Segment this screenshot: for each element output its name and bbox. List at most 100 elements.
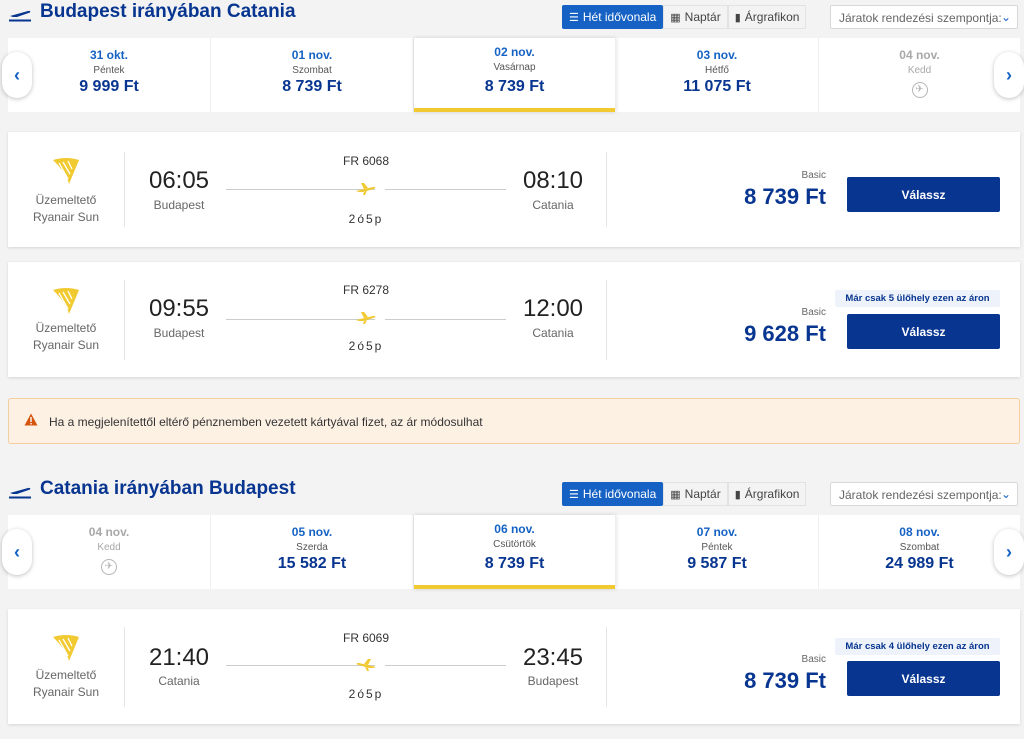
date-cell[interactable]: 03 nov. Hétfő 11 075 Ft	[616, 38, 819, 112]
departure-time: 21:40	[148, 644, 210, 671]
flight-card: Üzemeltető Ryanair Sun FR 6278 09:55 Bud…	[8, 262, 1020, 377]
divider	[606, 152, 607, 227]
tab-calendar[interactable]: ▦ Naptár	[663, 482, 728, 506]
fare-type: Basic	[801, 654, 826, 665]
flight-card: Üzemeltető Ryanair Sun FR 6069 21:40 Cat…	[8, 609, 1020, 724]
date-cell[interactable]: 07 nov. Péntek 9 587 Ft	[616, 515, 819, 589]
route-line	[385, 189, 506, 190]
inbound-view-tabs: ☰ Hét idővonala ▦ Naptár ▮ Árgrafikon	[562, 482, 807, 506]
flight-card: Üzemeltető Ryanair Sun FR 6068 06:05 Bud…	[8, 132, 1020, 247]
tab-week-timeline[interactable]: ☰ Hét idővonala	[562, 482, 664, 506]
date-cell-selected[interactable]: 02 nov. Vasárnap 8 739 Ft	[414, 38, 616, 112]
route-line	[226, 319, 375, 320]
next-dates-button[interactable]: ›	[994, 52, 1024, 98]
chevron-down-icon: ⌄	[1000, 487, 1011, 501]
list-icon: ☰	[569, 11, 579, 24]
plane-takeoff-icon	[9, 10, 31, 22]
seats-left-badge: Már csak 4 ülőhely ezen az áron	[835, 638, 1000, 655]
route-line	[226, 665, 375, 666]
warning-icon	[24, 413, 38, 426]
plane-icon	[356, 312, 376, 324]
chevron-down-icon: ⌄	[1000, 10, 1011, 24]
ryanair-harp-logo-icon	[53, 635, 79, 661]
flight-number: FR 6068	[342, 154, 390, 168]
outbound-view-tabs: ☰ Hét idővonala ▦ Naptár ▮ Árgrafikon	[562, 5, 807, 29]
departure-time: 09:55	[148, 295, 210, 322]
plane-icon	[356, 183, 376, 195]
arrival-city: Catania	[532, 198, 574, 212]
chevron-left-icon: ‹	[14, 64, 20, 85]
chevron-right-icon: ›	[1006, 541, 1012, 562]
divider	[124, 280, 125, 360]
ryanair-harp-logo-icon	[53, 158, 79, 184]
date-cell[interactable]: 31 okt. Péntek 9 999 Ft	[8, 38, 211, 112]
flight-number: FR 6069	[342, 631, 390, 645]
arrival-time: 08:10	[522, 167, 584, 194]
chevron-left-icon: ‹	[14, 541, 20, 562]
flight-number: FR 6278	[342, 283, 390, 297]
date-cell-unavailable: 04 nov. Kedd ✈	[8, 515, 211, 589]
bar-chart-icon: ▮	[734, 488, 741, 501]
operator-info: Üzemeltető Ryanair Sun	[32, 321, 100, 352]
date-cell-unavailable: 04 nov. Kedd ✈	[819, 38, 1020, 112]
calendar-icon: ▦	[670, 488, 681, 501]
flight-price: 9 628 Ft	[744, 321, 826, 346]
tab-calendar[interactable]: ▦ Naptár	[663, 5, 728, 29]
tab-price-chart[interactable]: ▮ Árgrafikon	[727, 482, 807, 506]
no-flight-icon: ✈	[911, 82, 928, 98]
plane-icon	[356, 659, 376, 671]
divider	[606, 280, 607, 360]
date-cell[interactable]: 01 nov. Szombat 8 739 Ft	[211, 38, 414, 112]
selected-indicator	[414, 108, 615, 112]
plane-takeoff-icon	[9, 487, 31, 499]
list-icon: ☰	[569, 488, 579, 501]
no-flight-icon: ✈	[101, 559, 117, 575]
tab-week-timeline[interactable]: ☰ Hét idővonala	[562, 5, 664, 29]
departure-city: Budapest	[153, 326, 205, 340]
departure-time: 06:05	[148, 167, 210, 194]
arrival-city: Budapest	[527, 674, 579, 688]
currency-notice: Ha a megjelenítettől eltérő pénznemben v…	[8, 398, 1020, 444]
route-line	[226, 189, 375, 190]
route-line	[385, 665, 506, 666]
bar-chart-icon: ▮	[734, 11, 741, 24]
inbound-date-strip: 04 nov. Kedd ✈ 05 nov. Szerda 15 582 Ft …	[8, 515, 1020, 589]
flight-duration: 2ó5p	[348, 687, 384, 701]
prev-dates-button[interactable]: ‹	[2, 52, 32, 98]
flight-duration: 2ó5p	[348, 339, 384, 353]
selected-indicator	[414, 585, 615, 589]
prev-dates-button[interactable]: ‹	[2, 529, 32, 575]
fare-type: Basic	[801, 307, 826, 318]
notice-text: Ha a megjelenítettől eltérő pénznemben v…	[49, 415, 483, 429]
date-cell-selected[interactable]: 06 nov. Csütörtök 8 739 Ft	[414, 515, 616, 589]
operator-info: Üzemeltető Ryanair Sun	[32, 193, 100, 224]
inbound-header: Catania irányában Budapest ☰ Hét idővonal…	[0, 478, 1024, 510]
next-dates-button[interactable]: ›	[994, 529, 1024, 575]
date-cell[interactable]: 08 nov. Szombat 24 989 Ft	[819, 515, 1020, 589]
flight-price: 8 739 Ft	[744, 184, 826, 209]
outbound-header: Budapest irányában Catania ☰ Hét idővonal…	[0, 1, 1024, 33]
inbound-title: Catania irányában Budapest	[40, 478, 296, 499]
date-cell[interactable]: 05 nov. Szerda 15 582 Ft	[211, 515, 414, 589]
route-line	[385, 319, 506, 320]
divider	[606, 627, 607, 707]
inbound-sort-select[interactable]: Járatok rendezési szempontja: ⌄	[830, 482, 1018, 506]
divider	[124, 627, 125, 707]
arrival-city: Catania	[532, 326, 574, 340]
calendar-icon: ▦	[670, 11, 681, 24]
chevron-right-icon: ›	[1006, 64, 1012, 85]
arrival-time: 23:45	[522, 644, 584, 671]
departure-city: Catania	[158, 674, 200, 688]
fare-type: Basic	[801, 170, 826, 181]
select-flight-button[interactable]: Válassz	[847, 661, 1000, 696]
flight-price: 8 739 Ft	[744, 668, 826, 693]
select-flight-button[interactable]: Válassz	[847, 177, 1000, 212]
flight-duration: 2ó5p	[348, 212, 384, 226]
ryanair-harp-logo-icon	[53, 288, 79, 314]
tab-price-chart[interactable]: ▮ Árgrafikon	[727, 5, 807, 29]
divider	[124, 152, 125, 227]
select-flight-button[interactable]: Válassz	[847, 314, 1000, 349]
operator-info: Üzemeltető Ryanair Sun	[32, 668, 100, 699]
outbound-title: Budapest irányában Catania	[40, 1, 296, 22]
outbound-sort-select[interactable]: Járatok rendezési szempontja: ⌄	[830, 5, 1018, 29]
